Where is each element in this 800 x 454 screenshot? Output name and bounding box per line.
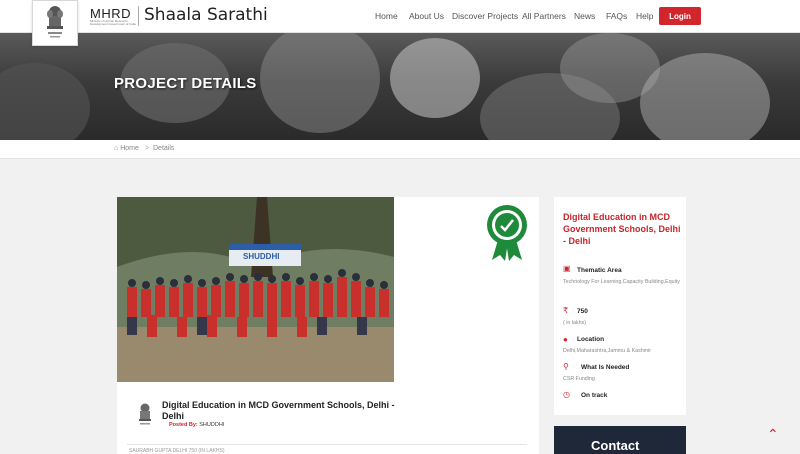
emblem-logo[interactable] (32, 0, 78, 46)
hero-figure (390, 38, 480, 118)
breadcrumb-home-label[interactable]: Home (120, 145, 139, 152)
breadcrumb-home[interactable]: ⌂ Home (114, 145, 139, 152)
location-value: Delhi,Maharashtra,Jammu & Kashmir (563, 348, 652, 354)
site-name[interactable]: Shaala Sarathi (144, 5, 268, 25)
breadcrumb: ⌂ Home > Details (0, 140, 800, 159)
hero-banner: PROJECT DETAILS (0, 33, 800, 140)
chevron-up-icon[interactable]: ⌃ (767, 427, 781, 441)
clock-icon: ◷ (563, 390, 570, 399)
breadcrumb-current: Details (153, 145, 175, 152)
hero-figure (260, 33, 380, 133)
brand-divider (138, 6, 139, 26)
contact-card[interactable]: Contact (554, 426, 686, 454)
project-meta: SAURABH GUPTA DELHI 750 (IN LAKHS) (129, 448, 225, 454)
need-label: What Is Needed (581, 364, 630, 371)
banner-text: SHUDDHI (243, 252, 279, 261)
thematic-area-value: Technology For Learning,Capacity Buildin… (563, 279, 680, 285)
hero-figure (0, 63, 90, 140)
project-card: SHUDDHI Digital Education in MCD Governm… (117, 197, 539, 454)
project-summary-card: Digital Education in MCD Government Scho… (554, 197, 686, 415)
location-label: Location (577, 336, 605, 343)
mhrd-subtext: Ministry of Human Resource Development G… (90, 19, 136, 26)
nav-discover-projects[interactable]: Discover Projects (452, 11, 518, 21)
need-value: CSR Funding (563, 376, 595, 382)
award-badge-icon (487, 205, 527, 261)
nav-home[interactable]: Home (375, 11, 398, 21)
nav-faqs[interactable]: FAQs (606, 11, 627, 21)
posted-by-label: Posted By: (169, 422, 198, 428)
hero-figure (640, 53, 770, 140)
summary-title: Digital Education in MCD Government Scho… (563, 212, 681, 246)
project-photo[interactable]: SHUDDHI (117, 197, 394, 382)
home-icon: ⌂ (114, 145, 119, 152)
chart-icon: ▣ (563, 264, 571, 273)
nav-help[interactable]: Help (636, 11, 653, 21)
nav-news[interactable]: News (574, 11, 595, 21)
nav-about-us[interactable]: About Us (409, 11, 444, 21)
status-label: On track (581, 392, 608, 399)
divider (127, 444, 527, 445)
thematic-area-label: Thematic Area (577, 267, 622, 274)
amount-unit: ( in lakhs) (563, 320, 586, 326)
page-title: PROJECT DETAILS (114, 75, 257, 92)
emblem-icon (139, 403, 151, 425)
nav-all-partners[interactable]: All Partners (522, 11, 566, 21)
posted-by: Posted By: SHUDDHI (169, 422, 224, 428)
login-button[interactable]: Login (659, 7, 701, 25)
rupee-icon: ₹ (563, 306, 569, 315)
amount-value: 750 (577, 308, 588, 315)
breadcrumb-separator: > (145, 145, 150, 152)
group-photo: SHUDDHI (117, 197, 394, 382)
location-pin-icon: ● (563, 335, 568, 344)
search-icon: ⚲ (563, 362, 569, 371)
project-title[interactable]: Digital Education in MCD Government Scho… (162, 400, 407, 422)
emblem-icon (47, 6, 63, 38)
site-header: MHRD Ministry of Human Resource Developm… (0, 0, 800, 46)
contact-label[interactable]: Contact (591, 438, 639, 453)
posted-by-value[interactable]: SHUDDHI (199, 422, 224, 428)
